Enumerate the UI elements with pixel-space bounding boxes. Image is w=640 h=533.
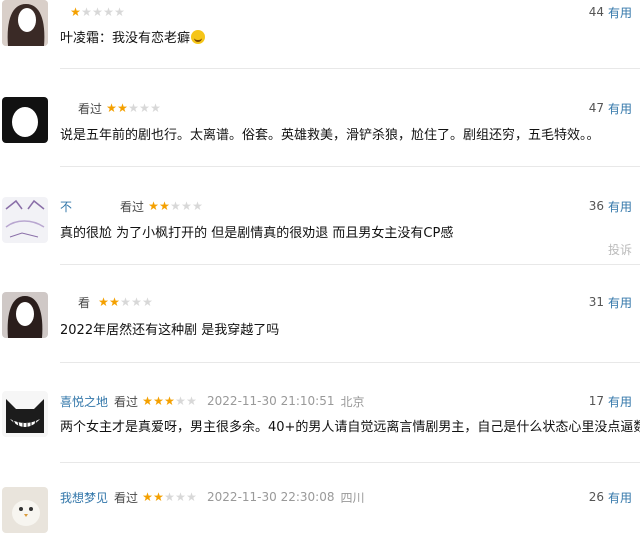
useful-button[interactable]: 有用: [608, 489, 632, 506]
username-link[interactable]: 不: [60, 198, 72, 215]
avatar[interactable]: [2, 97, 48, 143]
useful-vote[interactable]: 17 有用: [589, 391, 632, 411]
divider: [60, 264, 640, 265]
watch-status: 看过: [114, 394, 139, 409]
star-icon: ★: [92, 5, 103, 19]
star-icon: ★: [175, 394, 186, 408]
avatar[interactable]: [2, 487, 48, 533]
star-icon: ★: [139, 101, 150, 115]
useful-vote[interactable]: 44 有用: [589, 2, 632, 22]
watch-status: 看过: [114, 490, 139, 505]
star-icon: ★: [186, 490, 197, 504]
username-link[interactable]: 我想梦见: [60, 489, 108, 506]
star-icon: ★: [142, 490, 153, 504]
star-icon: ★: [186, 394, 197, 408]
star-icon: ★: [106, 101, 117, 115]
comment-meta: 不 看过 ★ ★ ★ ★ ★: [60, 196, 213, 216]
comment-meta: ★ ★ ★ ★ ★: [60, 2, 135, 22]
watch-status: 看过: [78, 101, 103, 116]
rating-stars: ★ ★ ★ ★ ★: [98, 296, 153, 308]
avatar[interactable]: [2, 0, 48, 46]
useful-count: 17: [588, 394, 604, 408]
comment-location: 四川: [340, 490, 365, 505]
star-icon: ★: [120, 295, 131, 309]
useful-count: 47: [588, 101, 604, 115]
star-icon: ★: [142, 394, 153, 408]
useful-button[interactable]: 有用: [608, 4, 632, 21]
comment-location: 北京: [340, 394, 365, 409]
grin-emoji-icon: [191, 30, 206, 44]
rating-stars: ★ ★ ★ ★ ★: [70, 6, 125, 18]
useful-button[interactable]: 有用: [608, 393, 632, 410]
comment-text: 叶凌霜：我没有恋老癖: [60, 27, 206, 46]
useful-count: 26: [588, 490, 604, 504]
useful-count: 31: [588, 295, 604, 309]
comment-text-content: 叶凌霜：我没有恋老癖: [60, 31, 191, 46]
star-icon: ★: [98, 295, 109, 309]
comment-meta: 喜悦之地 看过 ★ ★ ★ ★ ★ 2022-11-30 21:10:51 北京: [60, 391, 365, 411]
useful-vote[interactable]: 36 有用: [589, 196, 632, 216]
watch-status: 看: [78, 295, 91, 310]
useful-button[interactable]: 有用: [608, 294, 632, 311]
comment-time: 2022-11-30 22:30:08: [207, 490, 335, 504]
star-icon: ★: [103, 5, 114, 19]
rating-stars: ★ ★ ★ ★ ★: [142, 395, 197, 407]
divider: [60, 462, 640, 463]
star-icon: ★: [70, 5, 81, 19]
star-icon: ★: [159, 199, 170, 213]
star-icon: ★: [81, 5, 92, 19]
star-icon: ★: [148, 199, 159, 213]
star-icon: ★: [114, 5, 125, 19]
star-icon: ★: [109, 295, 120, 309]
comment-meta: 我想梦见 看过 ★ ★ ★ ★ ★ 2022-11-30 22:30:08 四川: [60, 487, 365, 507]
useful-vote[interactable]: 31 有用: [589, 292, 632, 312]
star-icon: ★: [142, 295, 153, 309]
star-icon: ★: [117, 101, 128, 115]
comment-text: 两个女主才是真爱呀，男主很多余。40+的男人请自觉远离言情剧男主，自己是什么状态…: [60, 420, 640, 435]
star-icon: ★: [150, 101, 161, 115]
star-icon: ★: [131, 295, 142, 309]
divider: [60, 166, 640, 167]
useful-vote[interactable]: 26 有用: [589, 487, 632, 507]
report-button[interactable]: 投诉: [608, 241, 632, 258]
rating-stars: ★ ★ ★ ★ ★: [142, 491, 197, 503]
useful-count: 36: [588, 199, 604, 213]
comment-meta: 看 ★ ★ ★ ★ ★: [60, 292, 163, 312]
watch-status: 看过: [120, 199, 145, 214]
rating-stars: ★ ★ ★ ★ ★: [148, 200, 203, 212]
divider: [60, 68, 640, 69]
star-icon: ★: [181, 199, 192, 213]
comment-text: 说是五年前的剧也行。太离谱。俗套。英雄救美，滑铲杀狼，尬住了。剧组还穷，五毛特效…: [60, 128, 600, 143]
useful-count: 44: [588, 5, 604, 19]
useful-button[interactable]: 有用: [608, 100, 632, 117]
star-icon: ★: [164, 490, 175, 504]
username-link[interactable]: 喜悦之地: [60, 393, 108, 410]
star-icon: ★: [153, 490, 164, 504]
star-icon: ★: [175, 490, 186, 504]
comment-time: 2022-11-30 21:10:51: [207, 394, 335, 408]
useful-button[interactable]: 有用: [608, 198, 632, 215]
avatar[interactable]: [2, 391, 48, 437]
comment-text: 2022年居然还有这种剧 是我穿越了吗: [60, 323, 280, 338]
avatar[interactable]: [2, 197, 48, 243]
star-icon: ★: [164, 394, 175, 408]
rating-stars: ★ ★ ★ ★ ★: [106, 102, 161, 114]
comment-meta: 看过 ★ ★ ★ ★ ★: [60, 98, 171, 118]
avatar[interactable]: [2, 292, 48, 338]
star-icon: ★: [128, 101, 139, 115]
comment-text: 真的很尬 为了小枫打开的 但是剧情真的很劝退 而且男女主没有CP感: [60, 226, 454, 241]
star-icon: ★: [170, 199, 181, 213]
divider: [60, 362, 640, 363]
useful-vote[interactable]: 47 有用: [589, 98, 632, 118]
star-icon: ★: [192, 199, 203, 213]
star-icon: ★: [153, 394, 164, 408]
